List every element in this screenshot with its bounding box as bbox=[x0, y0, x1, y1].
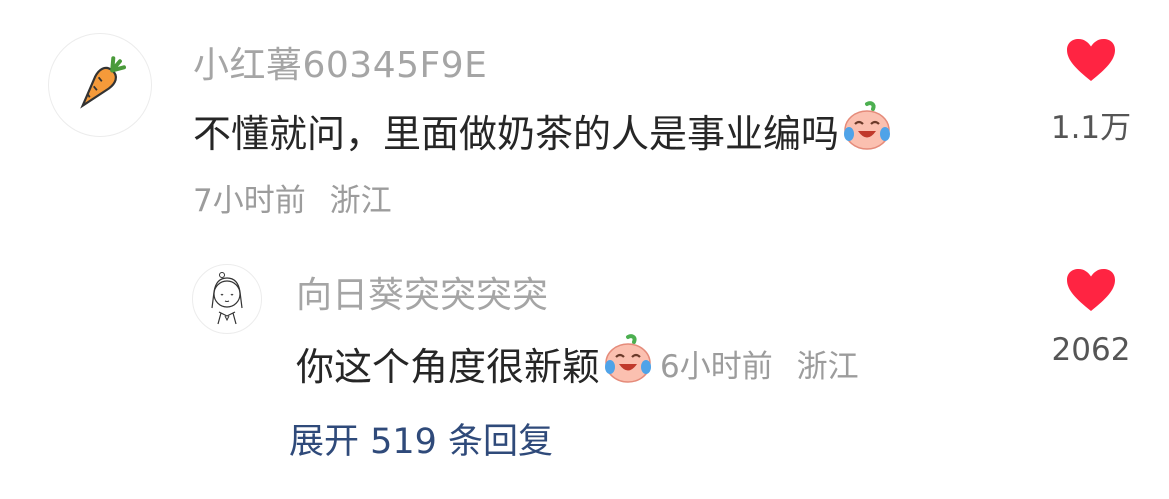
comment-like-count: 1.1万 bbox=[1050, 110, 1132, 146]
reply-meta: 6小时前 浙江 bbox=[660, 341, 859, 386]
heart-icon bbox=[1067, 269, 1115, 311]
comment-meta: 7小时前 浙江 bbox=[193, 175, 392, 220]
comment-like-button[interactable]: 1.1万 bbox=[1050, 38, 1132, 147]
comment-text: 不懂就问，里面做奶茶的人是事业编吗 bbox=[193, 100, 893, 161]
heart-icon bbox=[1067, 39, 1115, 81]
reply-text-content: 你这个角度很新颖 bbox=[296, 345, 601, 389]
reply-avatar[interactable] bbox=[192, 264, 262, 334]
comment-username[interactable]: 小红薯60345F9E bbox=[193, 36, 487, 88]
reply-location: 浙江 bbox=[796, 349, 859, 385]
reply-like-button[interactable]: 2062 bbox=[1050, 268, 1132, 368]
reply-username[interactable]: 向日葵突突突突 bbox=[296, 266, 548, 318]
reply-time: 6小时前 bbox=[660, 349, 773, 385]
reply-like-count: 2062 bbox=[1051, 332, 1131, 368]
expand-replies-link[interactable]: 展开 519 条回复 bbox=[289, 413, 553, 464]
reply-text: 你这个角度很新颖 6小时前 浙江 bbox=[296, 333, 859, 394]
comment-text-content: 不懂就问，里面做奶茶的人是事业编吗 bbox=[193, 112, 840, 156]
sketch-girl-avatar-icon bbox=[211, 272, 243, 325]
crying-laughing-peach-emoji bbox=[602, 333, 654, 394]
comment-avatar[interactable] bbox=[48, 33, 152, 137]
crying-laughing-peach-emoji bbox=[841, 100, 893, 161]
comment-location: 浙江 bbox=[329, 183, 392, 219]
carrot-icon bbox=[80, 56, 127, 109]
comment-time: 7小时前 bbox=[193, 183, 306, 219]
